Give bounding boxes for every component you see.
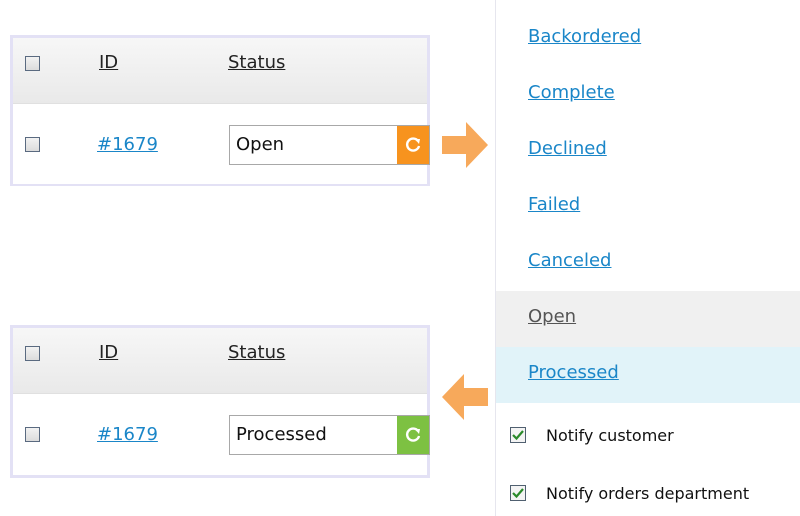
column-status-header[interactable]: Status (228, 52, 285, 73)
status-value: Processed (236, 424, 327, 445)
notify-customer-checkbox[interactable] (510, 427, 526, 443)
status-select[interactable]: Processed (229, 415, 430, 455)
status-option-failed[interactable]: Failed (496, 179, 800, 235)
status-option-label[interactable]: Processed (528, 362, 619, 383)
select-all-checkbox[interactable] (25, 346, 40, 361)
orders-table-before: ID Status #1679 Open (10, 35, 430, 186)
select-all-checkbox[interactable] (25, 56, 40, 71)
status-value: Open (236, 134, 285, 155)
row-checkbox[interactable] (25, 137, 40, 152)
row-checkbox[interactable] (25, 427, 40, 442)
checkmark-icon (512, 430, 524, 441)
arrow-right-icon (442, 120, 490, 174)
orders-table-after: ID Status #1679 Processed (10, 325, 430, 478)
table-row: #1679 Open (13, 104, 430, 184)
notify-customer-option[interactable]: Notify customer (496, 416, 800, 456)
table-row: #1679 Processed (13, 394, 430, 474)
status-option-processed[interactable]: Processed (496, 347, 800, 403)
status-option-label[interactable]: Failed (528, 194, 580, 215)
status-option-open[interactable]: Open (496, 291, 800, 347)
status-option-label[interactable]: Backordered (528, 26, 641, 47)
table-header: ID Status (13, 328, 427, 394)
notify-orders-checkbox[interactable] (510, 485, 526, 501)
refresh-icon[interactable] (397, 416, 429, 454)
notify-orders-option[interactable]: Notify orders department (496, 474, 800, 514)
arrow-left-icon (440, 372, 488, 426)
status-option-declined[interactable]: Declined (496, 123, 800, 179)
notify-orders-label: Notify orders department (546, 484, 750, 503)
status-option-backordered[interactable]: Backordered (496, 11, 800, 67)
order-id-link[interactable]: #1679 (97, 134, 158, 155)
checkmark-icon (512, 488, 524, 499)
status-option-complete[interactable]: Complete (496, 67, 800, 123)
status-option-canceled[interactable]: Canceled (496, 235, 800, 291)
status-option-label[interactable]: Complete (528, 82, 615, 103)
order-id-link[interactable]: #1679 (97, 424, 158, 445)
status-dropdown-menu: Backordered Complete Declined Failed Can… (495, 0, 800, 516)
status-select[interactable]: Open (229, 125, 430, 165)
status-option-label[interactable]: Open (528, 306, 576, 327)
column-id-header[interactable]: ID (99, 52, 118, 73)
notify-customer-label: Notify customer (546, 426, 674, 445)
column-id-header[interactable]: ID (99, 342, 118, 363)
table-header: ID Status (13, 38, 427, 104)
refresh-icon[interactable] (397, 126, 429, 164)
status-option-label[interactable]: Canceled (528, 250, 611, 271)
column-status-header[interactable]: Status (228, 342, 285, 363)
status-option-label[interactable]: Declined (528, 138, 607, 159)
